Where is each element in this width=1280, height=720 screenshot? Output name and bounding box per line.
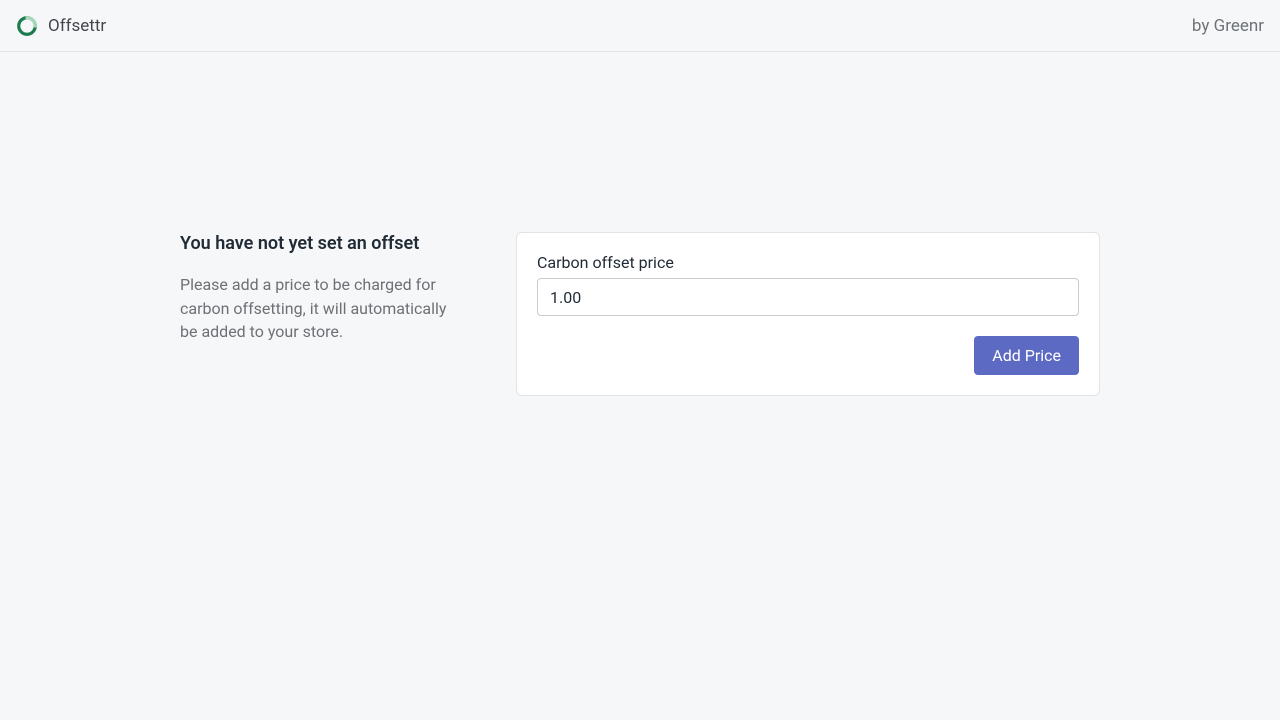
price-card: Carbon offset price Add Price — [516, 232, 1100, 396]
button-row: Add Price — [537, 336, 1079, 375]
byline: by Greenr — [1192, 16, 1264, 36]
price-label: Carbon offset price — [537, 253, 1079, 272]
app-header: Offsettr by Greenr — [0, 0, 1280, 52]
layout-container: You have not yet set an offset Please ad… — [180, 232, 1100, 396]
brand-name: Offsettr — [48, 16, 106, 36]
page-heading: You have not yet set an offset — [180, 232, 460, 255]
price-input[interactable] — [537, 278, 1079, 316]
header-brand-group: Offsettr — [16, 15, 106, 37]
info-column: You have not yet set an offset Please ad… — [180, 232, 460, 396]
page-description: Please add a price to be charged for car… — [180, 273, 460, 343]
offsettr-logo-icon — [16, 15, 38, 37]
add-price-button[interactable]: Add Price — [974, 336, 1079, 375]
page-content: You have not yet set an offset Please ad… — [0, 52, 1280, 396]
